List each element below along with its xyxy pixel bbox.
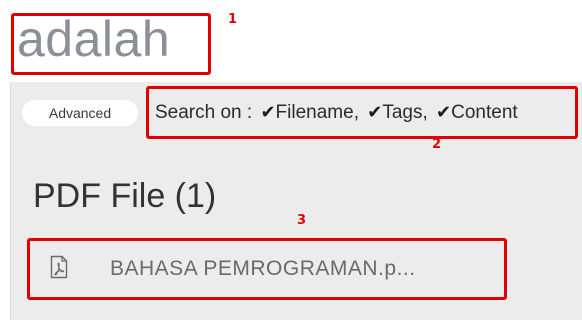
annotation-label-2: 2	[432, 137, 442, 152]
annotation-box-2	[146, 86, 578, 139]
annotation-label-3: 3	[297, 213, 307, 228]
section-title: PDF File (1)	[33, 177, 217, 215]
annotation-label-1: 1	[228, 12, 238, 27]
annotation-box-3	[27, 238, 507, 300]
advanced-button[interactable]: Advanced	[22, 100, 138, 126]
annotation-box-1	[11, 13, 211, 75]
